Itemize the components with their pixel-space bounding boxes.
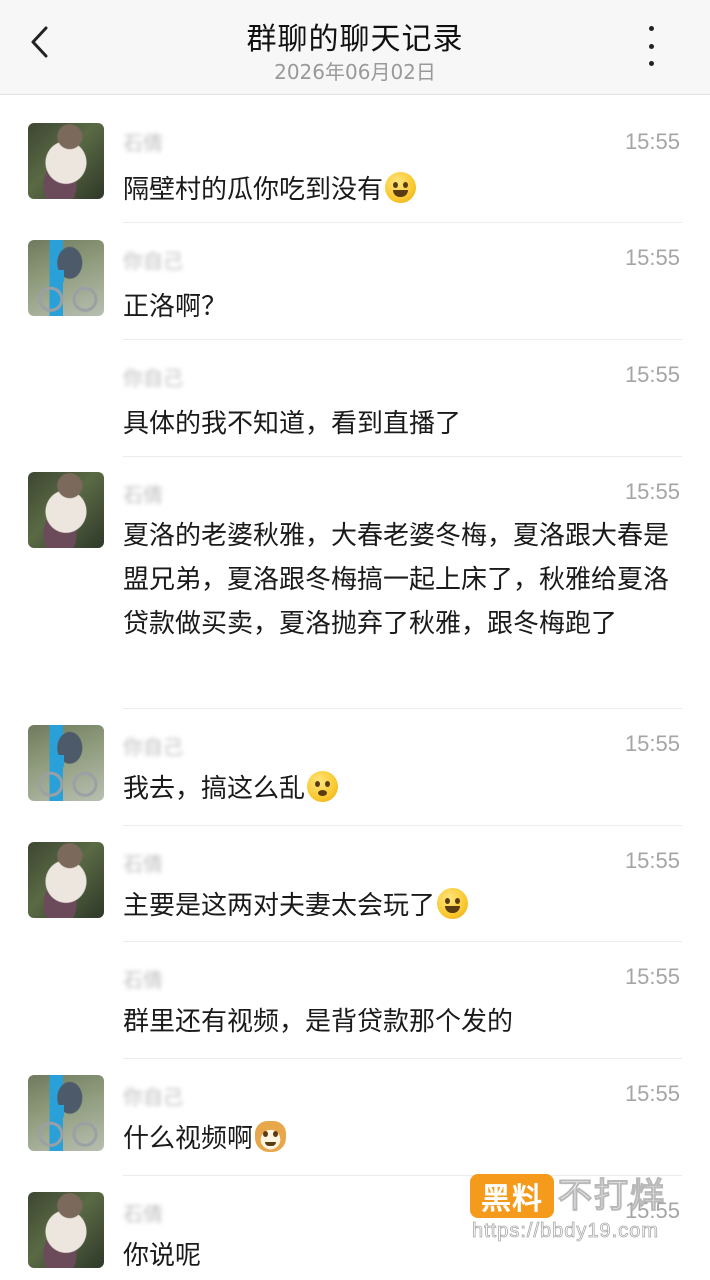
- sender-name: 石倩: [123, 483, 163, 507]
- avatar[interactable]: [28, 240, 104, 316]
- avatar[interactable]: [28, 1075, 104, 1151]
- grinning-face-icon: [437, 888, 469, 919]
- more-dot-icon: [648, 61, 654, 66]
- message-text: 什么视频啊: [123, 1117, 678, 1161]
- message-text: 正洛啊？: [123, 292, 228, 322]
- message-text: 主要是这两对夫妻太会玩了: [123, 884, 678, 928]
- site-watermark: 黑料 不打烊 https://bbdy19.com: [470, 1174, 690, 1254]
- message-text-content: 什么视频啊: [123, 1124, 254, 1154]
- message-list[interactable]: 石倩 15:55 隔壁村的瓜你吃到没有 你自己 15:55 正洛啊？ 你自己 1…: [0, 95, 710, 1280]
- sender-name: 你自己: [123, 249, 183, 273]
- message-time: 15:55: [624, 479, 680, 504]
- sender-name: 你自己: [123, 735, 183, 759]
- more-dot-icon: [648, 26, 654, 31]
- more-options-button[interactable]: [640, 26, 662, 66]
- message-time: 15:55: [624, 129, 680, 154]
- message-item: 石倩 15:55 夏洛的老婆秋雅，大春老婆冬梅，夏洛跟大春是盟兄弟，夏洛跟冬梅搞…: [0, 457, 710, 709]
- chat-date: 2026年06月02日: [274, 60, 436, 84]
- message-item: 石倩 15:55 主要是这两对夫妻太会玩了: [0, 826, 710, 942]
- watermark-url: https://bbdy19.com: [472, 1220, 659, 1243]
- message-item: 你自己 15:55 什么视频啊: [0, 1059, 710, 1176]
- message-item: 石倩 15:55 隔壁村的瓜你吃到没有: [0, 95, 710, 223]
- message-text-content: 隔壁村的瓜你吃到没有: [123, 175, 384, 205]
- chat-history-header: 群聊的聊天记录 2026年06月02日: [0, 0, 710, 95]
- sender-name: 石倩: [123, 131, 163, 155]
- message-time: 15:55: [624, 1081, 680, 1106]
- sender-name: 石倩: [123, 1202, 163, 1226]
- message-item: 石倩 15:55 群里还有视频，是背贷款那个发的: [0, 942, 710, 1059]
- message-item: 你自己 15:55 具体的我不知道，看到直播了: [0, 340, 710, 457]
- message-time: 15:55: [624, 964, 680, 989]
- message-text: 具体的我不知道，看到直播了: [123, 409, 462, 439]
- avatar[interactable]: [28, 472, 104, 548]
- watermark-badge: 黑料: [470, 1174, 554, 1218]
- avatar[interactable]: [28, 725, 104, 801]
- sender-name: 石倩: [123, 852, 163, 876]
- page-title: 群聊的聊天记录: [246, 22, 464, 57]
- more-dot-icon: [648, 43, 654, 49]
- avatar[interactable]: [28, 842, 104, 918]
- message-text: 我去，搞这么乱: [123, 767, 678, 811]
- message-time: 15:55: [624, 245, 680, 270]
- watermark-text: 不打烊: [558, 1176, 666, 1217]
- sender-name: 石倩: [123, 968, 163, 992]
- message-time: 15:55: [624, 731, 680, 756]
- sender-name: 你自己: [123, 1085, 183, 1109]
- message-item: 你自己 15:55 正洛啊？: [0, 223, 710, 340]
- doge-icon: [255, 1121, 287, 1152]
- message-text: 夏洛的老婆秋雅，大春老婆冬梅，夏洛跟大春是盟兄弟，夏洛跟冬梅搞一起上床了，秋雅给…: [123, 521, 670, 639]
- flushed-face-icon: [307, 771, 339, 802]
- avatar[interactable]: [28, 123, 104, 199]
- message-time: 15:55: [624, 362, 680, 387]
- message-text-content: 主要是这两对夫妻太会玩了: [123, 891, 436, 921]
- message-time: 15:55: [624, 848, 680, 873]
- sender-name: 你自己: [123, 366, 183, 390]
- avatar[interactable]: [28, 1192, 104, 1268]
- message-item: 你自己 15:55 我去，搞这么乱: [0, 709, 710, 826]
- message-text: 隔壁村的瓜你吃到没有: [123, 168, 678, 212]
- message-text-content: 我去，搞这么乱: [123, 774, 306, 804]
- drooling-face-icon: [385, 172, 417, 203]
- message-text: 群里还有视频，是背贷款那个发的: [123, 1007, 514, 1037]
